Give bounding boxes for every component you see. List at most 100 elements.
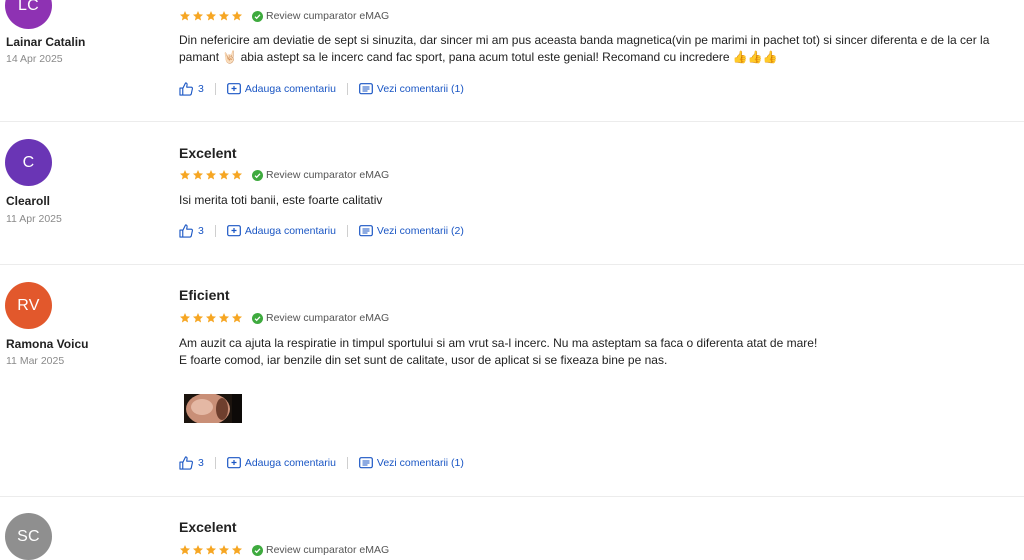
star-icon [193, 545, 203, 555]
review-body-line: Isi merita toti banii, este foarte calit… [179, 193, 383, 207]
review-body-line: pamant 🤘🏻 abia astept sa le incerc cand … [179, 50, 778, 64]
verified-badge: Review cumparator eMAG [252, 544, 389, 556]
review-meta: Review cumparator eMAG [179, 311, 389, 325]
add-comment-label: Adauga comentariu [244, 83, 336, 95]
review-date: 11 Mar 2025 [6, 355, 65, 367]
review-body: Din nefericire am deviatie de sept si si… [179, 32, 1024, 66]
check-circle-icon [252, 544, 263, 556]
like-button[interactable]: 3 [179, 456, 204, 470]
divider [346, 83, 348, 95]
review-date: 14 Apr 2025 [6, 53, 63, 65]
like-button[interactable]: 3 [179, 82, 204, 96]
avatar: RV [5, 282, 52, 329]
thumbs-up-icon [179, 456, 193, 470]
star-icon [180, 313, 190, 323]
star-rating [179, 10, 243, 22]
star-rating [179, 312, 243, 324]
avatar: SC [5, 513, 52, 560]
star-icon [206, 170, 216, 180]
photo-image [184, 394, 242, 423]
review-title: Eficient [179, 287, 230, 303]
view-comments-link[interactable]: Vezi comentarii (1) [359, 456, 464, 470]
star-icon [193, 170, 203, 180]
check-circle-icon [252, 169, 263, 181]
like-count: 3 [198, 225, 204, 237]
divider [214, 457, 216, 469]
thumbs-up-icon [179, 224, 193, 238]
star-icon [180, 545, 190, 555]
review-title: Excelent [179, 519, 237, 535]
review-photo-thumbnail[interactable] [184, 394, 242, 423]
review-body-line: E foarte comod, iar benzile din set sunt… [179, 353, 668, 367]
star-icon [193, 11, 203, 21]
view-comments-link[interactable]: Vezi comentarii (1) [359, 82, 464, 96]
add-comment-icon [226, 224, 241, 236]
star-rating [179, 544, 243, 556]
star-icon [180, 170, 190, 180]
star-icon [206, 11, 216, 21]
review-body: Isi merita toti banii, este foarte calit… [179, 192, 1024, 209]
badge-label: Review cumparator eMAG [266, 169, 390, 181]
like-button[interactable]: 3 [179, 224, 204, 238]
review-divider [0, 121, 1024, 122]
review-body-line: Am auzit ca ajuta la respiratie in timpu… [179, 336, 818, 350]
badge-label: Review cumparator eMAG [266, 544, 390, 556]
divider [214, 83, 216, 95]
star-icon [180, 11, 190, 21]
review-divider [0, 496, 1024, 497]
like-count: 3 [198, 83, 204, 95]
comments-icon [359, 82, 373, 94]
comments-icon [359, 456, 373, 468]
verified-badge: Review cumparator eMAG [252, 312, 389, 324]
view-comments-label: Vezi comentarii (1) [376, 83, 464, 95]
star-rating [179, 169, 243, 181]
verified-badge: Review cumparator eMAG [252, 169, 389, 181]
comments-icon [359, 224, 373, 236]
star-icon [232, 313, 242, 323]
star-icon [219, 170, 229, 180]
review-author: Lainar Catalin [6, 35, 86, 49]
add-comment-button[interactable]: Adauga comentariu [226, 82, 336, 96]
star-icon [232, 11, 242, 21]
add-comment-icon [226, 456, 241, 468]
star-icon [232, 170, 242, 180]
thumbs-up-icon [179, 82, 193, 96]
review-body: Am auzit ca ajuta la respiratie in timpu… [179, 335, 1024, 369]
review-meta: Review cumparator eMAG [179, 543, 389, 557]
verified-badge: Review cumparator eMAG [252, 10, 389, 22]
star-icon [206, 313, 216, 323]
review-author: Ramona Voicu [6, 337, 89, 351]
view-comments-label: Vezi comentarii (2) [376, 225, 464, 237]
review-author: Clearoll [6, 194, 51, 208]
check-circle-icon [252, 312, 263, 324]
star-icon [193, 313, 203, 323]
add-comment-label: Adauga comentariu [244, 457, 336, 469]
badge-label: Review cumparator eMAG [266, 10, 390, 22]
add-comment-label: Adauga comentariu [244, 225, 336, 237]
review-actions: 3 Adauga comentariu Vezi comentarii (1) [179, 455, 464, 471]
review-date: 11 Apr 2025 [6, 213, 62, 225]
avatar: LC [5, 0, 52, 29]
star-icon [219, 11, 229, 21]
review-title: Excelent [179, 145, 237, 161]
divider [214, 225, 216, 237]
star-icon [232, 545, 242, 555]
add-comment-button[interactable]: Adauga comentariu [226, 456, 336, 470]
review-meta: Review cumparator eMAG [179, 168, 389, 182]
star-icon [206, 545, 216, 555]
review-actions: 3 Adauga comentariu Vezi comentarii (1) [179, 81, 464, 97]
check-circle-icon [252, 10, 263, 22]
add-comment-icon [226, 82, 241, 94]
review-actions: 3 Adauga comentariu Vezi comentarii (2) [179, 223, 464, 239]
star-icon [219, 545, 229, 555]
divider [346, 225, 348, 237]
avatar: C [5, 139, 52, 186]
like-count: 3 [198, 457, 204, 469]
view-comments-link[interactable]: Vezi comentarii (2) [359, 224, 464, 238]
review-divider [0, 264, 1024, 265]
add-comment-button[interactable]: Adauga comentariu [226, 224, 336, 238]
divider [346, 457, 348, 469]
badge-label: Review cumparator eMAG [266, 312, 390, 324]
view-comments-label: Vezi comentarii (1) [376, 457, 464, 469]
star-icon [219, 313, 229, 323]
